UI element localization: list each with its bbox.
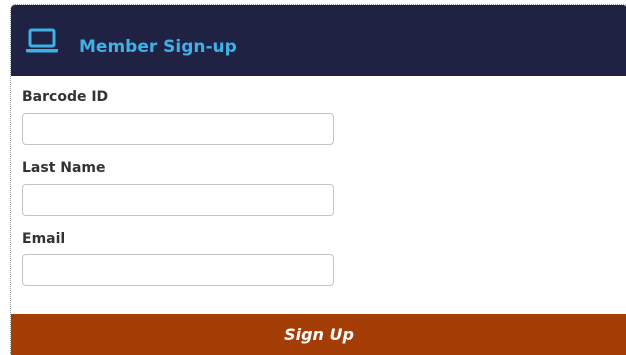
sign-up-button[interactable]: Sign Up	[11, 314, 626, 355]
panel-title: Member Sign-up	[79, 37, 237, 57]
panel-header: Member Sign-up	[11, 5, 626, 76]
last-name-label: Last Name	[22, 160, 106, 176]
last-name-field[interactable]	[22, 184, 334, 216]
email-label: Email	[22, 231, 66, 247]
email-field[interactable]	[22, 254, 334, 286]
barcode-id-label: Barcode ID	[22, 89, 109, 105]
member-signup-panel: Member Sign-up Barcode ID Last Name Emai…	[10, 4, 626, 355]
barcode-id-field[interactable]	[22, 113, 334, 145]
laptop-icon	[25, 28, 59, 54]
